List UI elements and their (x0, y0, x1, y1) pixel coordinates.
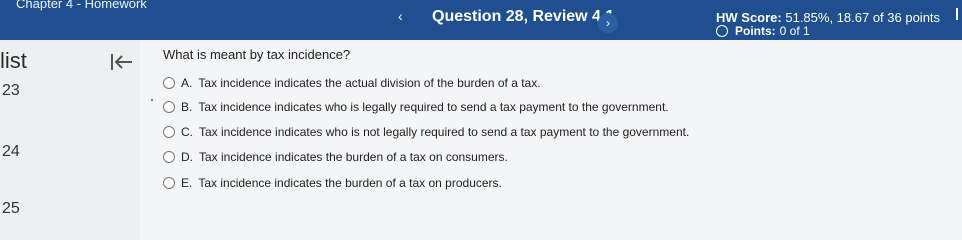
choice-b-letter: B. (181, 100, 193, 114)
chapter-title: Chapter 4 - Homework (16, 0, 147, 11)
radio-c[interactable] (163, 126, 175, 138)
next-question-button[interactable]: › (598, 13, 618, 33)
points-label: Points: (735, 24, 776, 38)
radio-d[interactable] (163, 151, 175, 163)
choice-e-letter: E. (181, 176, 193, 190)
choice-b-text: Tax incidence indicates who is legally r… (198, 100, 669, 114)
question-title: Question 28, Review 4.1 (432, 8, 615, 25)
choice-a[interactable]: A. Tax incidence indicates the actual di… (163, 76, 541, 90)
question-prompt: What is meant by tax incidence? (163, 47, 351, 62)
choice-a-letter: A. (181, 76, 193, 90)
question-number-24[interactable]: 24 (2, 143, 20, 161)
hw-score-value: 51.85%, 18.67 of 36 points (785, 10, 941, 25)
choice-c-letter: C. (181, 125, 193, 139)
choice-e-text: Tax incidence indicates the burden of a … (198, 176, 502, 190)
choice-d[interactable]: D. Tax incidence indicates the burden of… (163, 150, 508, 164)
collapse-left-icon[interactable] (110, 52, 134, 72)
radio-b[interactable] (163, 101, 175, 113)
choice-d-letter: D. (181, 150, 193, 164)
choice-c[interactable]: C. Tax incidence indicates who is not le… (163, 125, 689, 139)
choice-c-text: Tax incidence indicates who is not legal… (199, 125, 690, 139)
points-circle-icon (716, 25, 728, 37)
radio-a[interactable] (163, 77, 175, 89)
previous-question-button[interactable]: ‹ (398, 8, 403, 24)
choice-b[interactable]: B. Tax incidence indicates who is legall… (163, 100, 669, 114)
question-number-23[interactable]: 23 (2, 82, 20, 100)
choice-a-text: Tax incidence indicates the actual divis… (198, 76, 541, 90)
choice-d-text: Tax incidence indicates the burden of a … (199, 150, 508, 164)
hw-score-label: HW Score: (716, 10, 782, 25)
hw-score: HW Score: 51.85%, 18.67 of 36 points (716, 10, 940, 25)
question-content (140, 40, 962, 240)
header-edge-icon (956, 8, 958, 20)
radio-e[interactable] (163, 177, 175, 189)
choice-e[interactable]: E. Tax incidence indicates the burden of… (163, 176, 502, 190)
points-status: Points: 0 of 1 (716, 24, 810, 38)
decorative-dot (151, 99, 153, 101)
question-number-25[interactable]: 25 (2, 200, 20, 218)
points-value: 0 of 1 (779, 24, 810, 38)
question-list-label: list (0, 48, 27, 73)
